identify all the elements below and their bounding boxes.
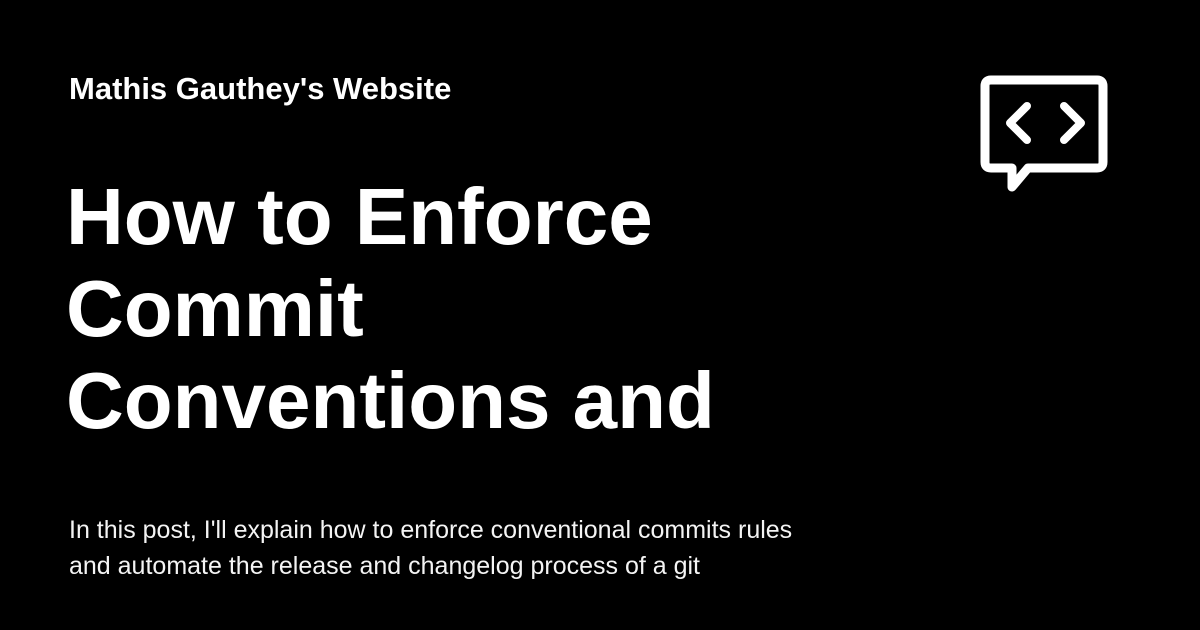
social-preview-card: Mathis Gauthey's Website How to Enforce … (0, 0, 1200, 630)
post-title: How to Enforce Commit Conventions and (66, 171, 966, 447)
post-description-line: In this post, I'll explain how to enforc… (69, 516, 793, 544)
post-description: In this post, I'll explain how to enforc… (69, 512, 969, 584)
post-title-line: How to Enforce (66, 172, 653, 261)
post-title-line: Commit (66, 264, 364, 353)
code-speech-bubble-icon (980, 75, 1108, 192)
post-description-line: and automate the release and changelog p… (69, 552, 700, 580)
site-name: Mathis Gauthey's Website (69, 71, 452, 106)
post-title-line: Conventions and (66, 356, 715, 445)
